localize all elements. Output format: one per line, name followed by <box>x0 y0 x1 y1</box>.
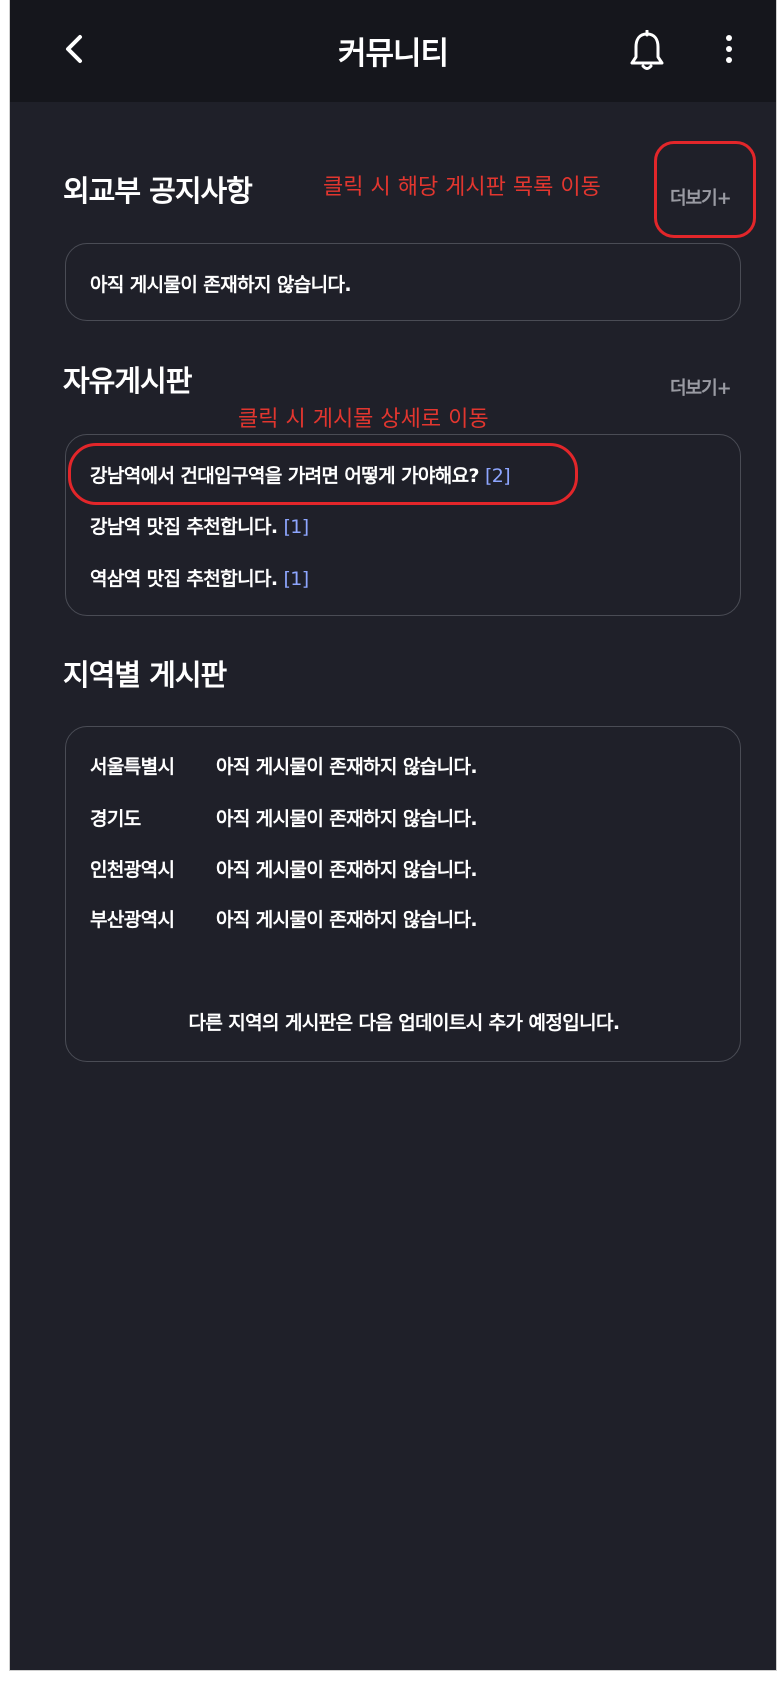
post-title: 강남역 맛집 추천합니다. <box>90 516 278 538</box>
comment-count: [1] <box>283 568 309 590</box>
region-message: 아직 게시물이 존재하지 않습니다. <box>216 756 478 778</box>
post-title: 역삼역 맛집 추천합니다. <box>90 568 278 590</box>
region-message: 아직 게시물이 존재하지 않습니다. <box>216 859 478 881</box>
notice-empty-text: 아직 게시물이 존재하지 않습니다. <box>90 274 352 296</box>
regional-footer-note: 다른 지역의 게시판은 다음 업데이트시 추가 예정입니다. <box>188 1012 621 1034</box>
top-app-bar: 커뮤니티 <box>10 0 776 102</box>
more-vertical-icon[interactable] <box>722 34 736 64</box>
comment-count: [1] <box>283 516 309 538</box>
bell-icon[interactable] <box>628 30 666 72</box>
free-board-title: 자유게시판 <box>63 364 192 398</box>
notice-section-title: 외교부 공지사항 <box>63 174 253 208</box>
post-item[interactable]: 강남역 맛집 추천합니다. [1] <box>90 512 309 539</box>
annotation-post-detail: 클릭 시 게시물 상세로 이동 <box>238 407 489 432</box>
regional-board-title: 지역별 게시판 <box>63 658 227 692</box>
app-screen: 커뮤니티 외교부 공지사항 클릭 시 해당 게시판 목록 이동 더보기+ 아직 … <box>10 0 776 1670</box>
regional-board-card: 서울특별시 아직 게시물이 존재하지 않습니다. 경기도 아직 게시물이 존재하… <box>65 726 741 1062</box>
region-message: 아직 게시물이 존재하지 않습니다. <box>216 808 478 830</box>
region-name: 부산광역시 <box>90 909 175 931</box>
notice-card: 아직 게시물이 존재하지 않습니다. <box>65 243 741 321</box>
region-name: 인천광역시 <box>90 859 175 881</box>
annotation-board-list: 클릭 시 해당 게시판 목록 이동 <box>323 175 601 200</box>
region-name: 경기도 <box>90 808 141 830</box>
free-board-more-link[interactable]: 더보기+ <box>670 374 732 400</box>
region-message: 아직 게시물이 존재하지 않습니다. <box>216 909 478 931</box>
notice-more-link[interactable]: 더보기+ <box>670 184 732 210</box>
region-name: 서울특별시 <box>90 756 175 778</box>
post-item[interactable]: 역삼역 맛집 추천합니다. [1] <box>90 564 309 591</box>
annotation-highlight-post <box>68 443 578 505</box>
